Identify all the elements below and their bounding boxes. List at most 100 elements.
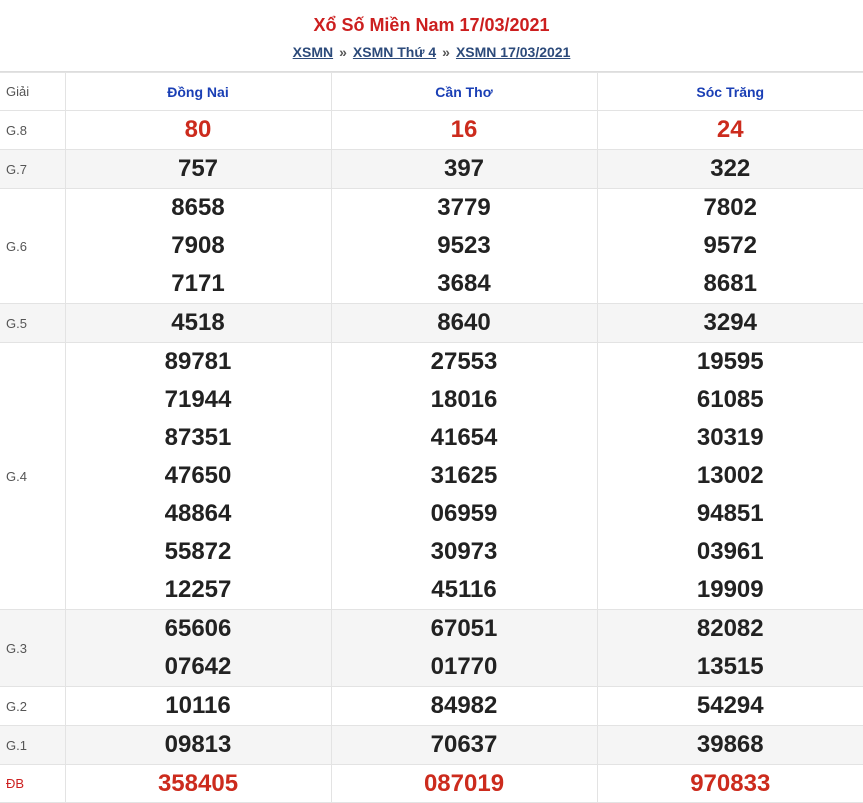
winning-number: 7908 xyxy=(66,227,331,265)
winning-number: 13002 xyxy=(598,457,863,495)
result-cell: 377995233684 xyxy=(331,189,597,304)
winning-number: 10116 xyxy=(66,687,331,725)
page-header: Xổ Số Miền Nam 17/03/2021 XSMN»XSMN Thứ … xyxy=(0,0,863,72)
breadcrumb-link-weekday[interactable]: XSMN Thứ 4 xyxy=(353,44,436,60)
result-cell: 4518 xyxy=(65,304,331,343)
winning-number: 07642 xyxy=(66,648,331,686)
prize-row: G.2101168498254294 xyxy=(0,687,863,726)
prize-row: G.48978171944873514765048864558721225727… xyxy=(0,343,863,610)
prize-label: G.6 xyxy=(0,189,65,304)
winning-number: 30319 xyxy=(598,419,863,457)
winning-number: 24 xyxy=(598,111,863,149)
result-cell: 09813 xyxy=(65,726,331,765)
winning-number: 82082 xyxy=(598,610,863,648)
result-cell: 27553180164165431625069593097345116 xyxy=(331,343,597,610)
prize-row: G.1098137063739868 xyxy=(0,726,863,765)
winning-number: 03961 xyxy=(598,533,863,571)
winning-number: 7171 xyxy=(66,265,331,303)
winning-number: 67051 xyxy=(332,610,597,648)
winning-number: 65606 xyxy=(66,610,331,648)
winning-number: 61085 xyxy=(598,381,863,419)
winning-number: 87351 xyxy=(66,419,331,457)
winning-number: 19595 xyxy=(598,343,863,381)
winning-number: 71944 xyxy=(66,381,331,419)
prize-label: G.8 xyxy=(0,111,65,150)
breadcrumb-link-xsmn[interactable]: XSMN xyxy=(293,44,333,60)
result-cell: 19595610853031913002948510396119909 xyxy=(597,343,863,610)
result-cell: 84982 xyxy=(331,687,597,726)
winning-number: 41654 xyxy=(332,419,597,457)
province-header-soc-trang[interactable]: Sóc Trăng xyxy=(597,73,863,111)
prize-label: G.7 xyxy=(0,150,65,189)
winning-number: 89781 xyxy=(66,343,331,381)
winning-number: 70637 xyxy=(332,726,597,764)
result-cell: 322 xyxy=(597,150,863,189)
result-cell: 397 xyxy=(331,150,597,189)
winning-number: 358405 xyxy=(66,765,331,802)
result-cell: 24 xyxy=(597,111,863,150)
winning-number: 9523 xyxy=(332,227,597,265)
result-cell: 780295728681 xyxy=(597,189,863,304)
winning-number: 13515 xyxy=(598,648,863,686)
prize-label: G.5 xyxy=(0,304,65,343)
winning-number: 3684 xyxy=(332,265,597,303)
winning-number: 01770 xyxy=(332,648,597,686)
winning-number: 3779 xyxy=(332,189,597,227)
winning-number: 47650 xyxy=(66,457,331,495)
winning-number: 322 xyxy=(598,150,863,188)
breadcrumb: XSMN»XSMN Thứ 4»XSMN 17/03/2021 xyxy=(0,43,863,61)
winning-number: 45116 xyxy=(332,571,597,609)
result-cell: 6705101770 xyxy=(331,610,597,687)
winning-number: 27553 xyxy=(332,343,597,381)
prize-row: G.6865879087171377995233684780295728681 xyxy=(0,189,863,304)
breadcrumb-separator: » xyxy=(436,44,456,60)
result-cell: 3294 xyxy=(597,304,863,343)
winning-number: 4518 xyxy=(66,304,331,342)
result-cell: 865879087171 xyxy=(65,189,331,304)
winning-number: 30973 xyxy=(332,533,597,571)
winning-number: 19909 xyxy=(598,571,863,609)
prize-row: G.3656060764267051017708208213515 xyxy=(0,610,863,687)
winning-number: 55872 xyxy=(66,533,331,571)
result-cell: 70637 xyxy=(331,726,597,765)
result-cell: 8208213515 xyxy=(597,610,863,687)
prize-label: G.4 xyxy=(0,343,65,610)
winning-number: 09813 xyxy=(66,726,331,764)
prize-column-header: Giải xyxy=(0,73,65,111)
prize-row: G.5451886403294 xyxy=(0,304,863,343)
province-header-dong-nai[interactable]: Đồng Nai xyxy=(65,73,331,111)
winning-number: 8658 xyxy=(66,189,331,227)
result-cell: 39868 xyxy=(597,726,863,765)
prize-label: G.3 xyxy=(0,610,65,687)
result-cell: 80 xyxy=(65,111,331,150)
winning-number: 18016 xyxy=(332,381,597,419)
result-cell: 16 xyxy=(331,111,597,150)
winning-number: 84982 xyxy=(332,687,597,725)
winning-number: 31625 xyxy=(332,457,597,495)
winning-number: 8681 xyxy=(598,265,863,303)
winning-number: 39868 xyxy=(598,726,863,764)
winning-number: 54294 xyxy=(598,687,863,725)
province-header-can-tho[interactable]: Cần Thơ xyxy=(331,73,597,111)
result-cell: 8640 xyxy=(331,304,597,343)
breadcrumb-separator: » xyxy=(333,44,353,60)
result-cell: 10116 xyxy=(65,687,331,726)
prize-label: G.2 xyxy=(0,687,65,726)
winning-number: 94851 xyxy=(598,495,863,533)
prize-row: G.7757397322 xyxy=(0,150,863,189)
prize-row: G.8801624 xyxy=(0,111,863,150)
winning-number: 9572 xyxy=(598,227,863,265)
winning-number: 7802 xyxy=(598,189,863,227)
winning-number: 397 xyxy=(332,150,597,188)
winning-number: 8640 xyxy=(332,304,597,342)
winning-number: 970833 xyxy=(598,765,863,802)
results-table: Giải Đồng Nai Cần Thơ Sóc Trăng G.880162… xyxy=(0,72,863,803)
winning-number: 12257 xyxy=(66,571,331,609)
breadcrumb-link-date[interactable]: XSMN 17/03/2021 xyxy=(456,44,570,60)
result-cell: 6560607642 xyxy=(65,610,331,687)
winning-number: 06959 xyxy=(332,495,597,533)
prize-label: G.1 xyxy=(0,726,65,765)
winning-number: 16 xyxy=(332,111,597,149)
winning-number: 80 xyxy=(66,111,331,149)
winning-number: 48864 xyxy=(66,495,331,533)
